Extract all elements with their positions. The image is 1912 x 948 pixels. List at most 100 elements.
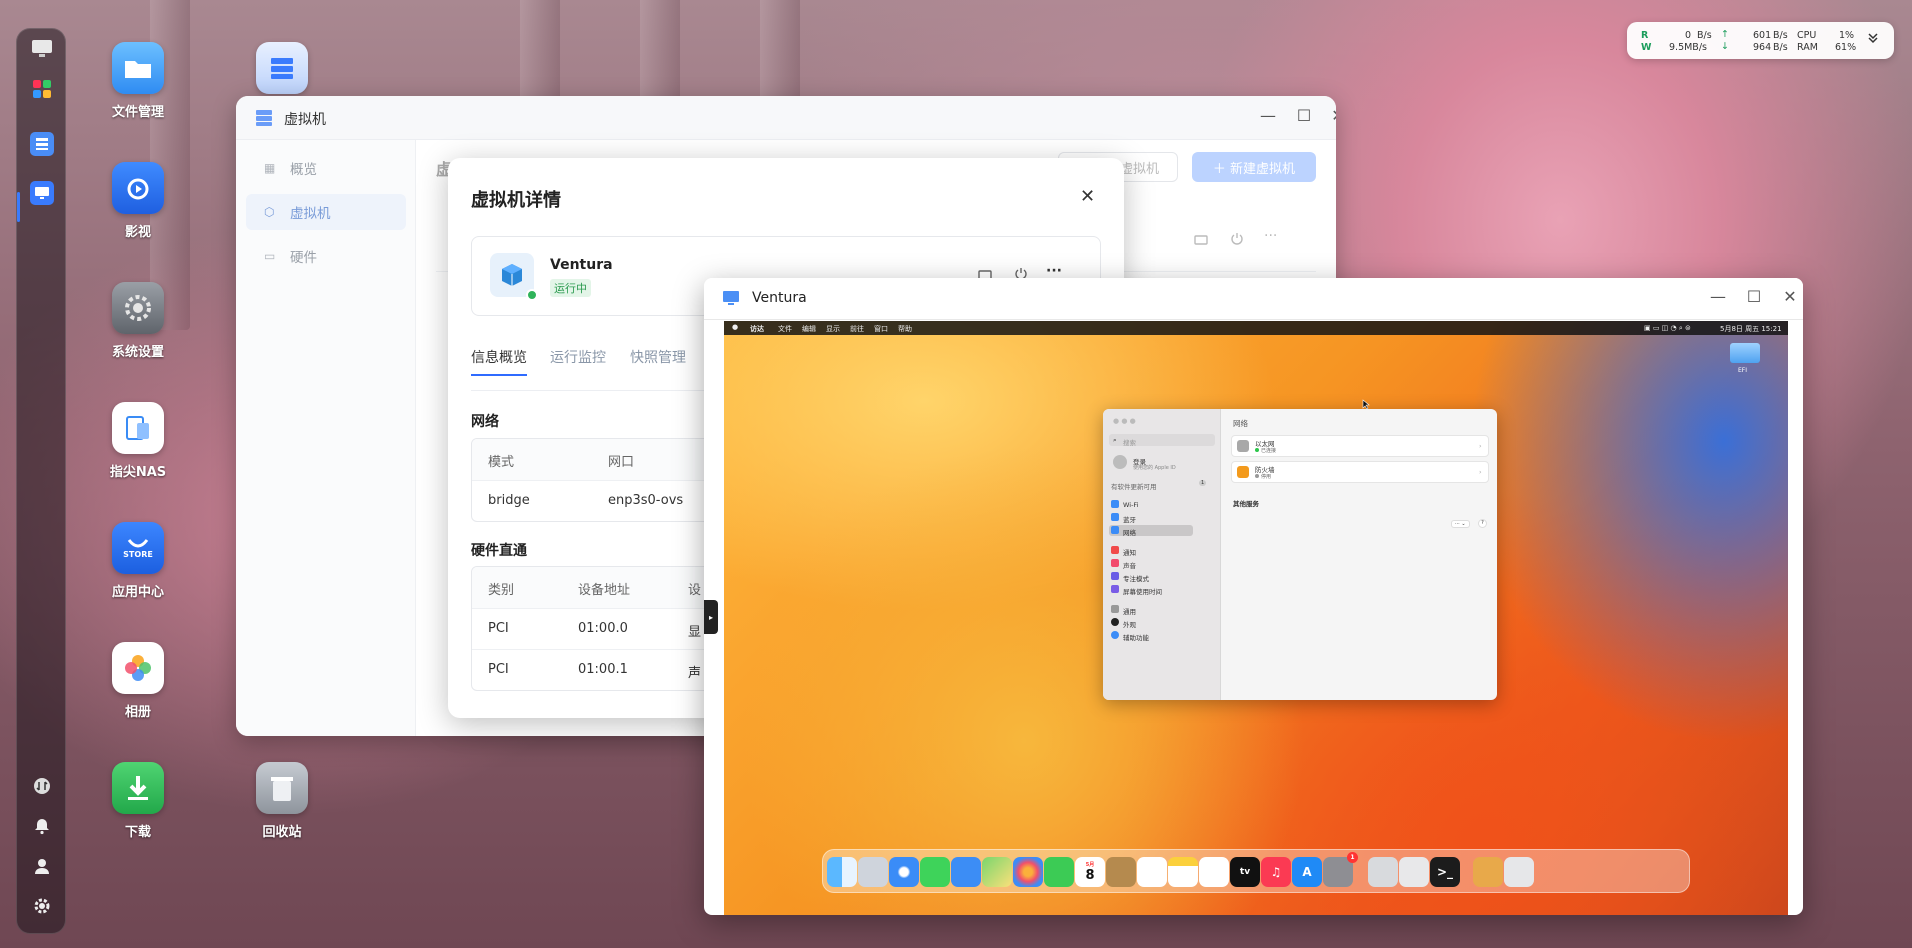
desktop-app-photos[interactable]: 相册 xyxy=(90,642,186,720)
vm-display[interactable]: ● 访达 文件 编辑 显示 前往 窗口 帮助 ▣ ▭ ◫ ◔ ⌕ ⊜ 5月8日 … xyxy=(724,321,1788,915)
more-icon[interactable]: ··· xyxy=(1264,228,1277,244)
update-label[interactable]: 有软件更新可用 xyxy=(1111,481,1157,491)
gear-icon[interactable] xyxy=(30,894,54,918)
maps-icon[interactable] xyxy=(982,857,1012,887)
account-avatar[interactable] xyxy=(1113,455,1127,469)
facetime-icon[interactable] xyxy=(1044,857,1074,887)
desktop-app-store[interactable]: STORE 应用中心 xyxy=(90,522,186,600)
store-icon: STORE xyxy=(112,522,164,574)
table-cell: PCI xyxy=(488,662,509,677)
menu-item[interactable]: 文件 xyxy=(778,324,792,334)
settings-item-accessibility[interactable]: 辅助功能 xyxy=(1123,632,1149,642)
vm-window-titlebar[interactable]: 虚拟机 — ☐ ✕ xyxy=(236,96,1336,140)
desktop-app-settings[interactable]: 系统设置 xyxy=(90,282,186,360)
menu-item[interactable]: 访达 xyxy=(750,324,764,334)
finder-icon[interactable] xyxy=(827,857,857,887)
archive-icon[interactable] xyxy=(1473,857,1503,887)
preview-icon[interactable] xyxy=(1399,857,1429,887)
menu-item[interactable]: 前往 xyxy=(850,324,864,334)
monitor-icon[interactable] xyxy=(1194,232,1208,251)
bell-icon[interactable] xyxy=(30,814,54,838)
menubar-status-icons[interactable]: ▣ ▭ ◫ ◔ ⌕ ⊜ xyxy=(1644,324,1691,333)
settings-item-wifi[interactable]: Wi-Fi xyxy=(1123,501,1139,509)
tab-snapshot[interactable]: 快照管理 xyxy=(630,347,686,367)
user-icon[interactable] xyxy=(30,854,54,878)
settings-item-screentime[interactable]: 屏幕使用时间 xyxy=(1123,586,1162,596)
calendar-icon[interactable]: 5月 8 xyxy=(1075,857,1105,887)
appletv-icon[interactable]: tv xyxy=(1230,857,1260,887)
minimize-button[interactable]: — xyxy=(1706,287,1730,306)
more-icon[interactable]: ··· xyxy=(1046,263,1062,279)
settings-item-sound[interactable]: 声音 xyxy=(1123,560,1136,570)
menu-item[interactable]: 窗口 xyxy=(874,324,888,334)
minimize-button[interactable]: — xyxy=(1256,106,1280,125)
system-settings-window[interactable]: ● ● ● ⌕ 搜索 登录 使用您的 Apple ID 有软件更新可用 1 Wi… xyxy=(1103,409,1497,700)
table-cell: enp3s0-ovs xyxy=(608,493,684,508)
vm-window-icon xyxy=(254,108,274,132)
help-button[interactable]: ? xyxy=(1478,519,1487,528)
mail-icon[interactable] xyxy=(951,857,981,887)
sidebar-item-overview[interactable]: ▦ 概览 xyxy=(246,150,406,186)
system-settings-icon[interactable]: 1 xyxy=(1323,852,1358,887)
reminders-icon[interactable] xyxy=(1137,857,1167,887)
account-subtitle: 使用您的 Apple ID xyxy=(1133,465,1176,471)
maximize-button[interactable]: ☐ xyxy=(1742,287,1766,306)
desktop-icon[interactable] xyxy=(30,37,54,61)
power-icon[interactable] xyxy=(1230,231,1244,250)
sidebar-item-vm[interactable]: ⬡ 虚拟机 xyxy=(246,194,406,230)
desktop-app-vm-shortcut[interactable] xyxy=(234,42,330,94)
sidebar-item-hardware[interactable]: ▭ 硬件 xyxy=(246,238,406,274)
desktop-app-video[interactable]: 影视 xyxy=(90,162,186,240)
freeform-icon[interactable] xyxy=(1199,857,1229,887)
disk-utility-icon[interactable] xyxy=(1368,857,1398,887)
notes-icon[interactable] xyxy=(1168,857,1198,887)
menu-item[interactable]: 显示 xyxy=(826,324,840,334)
chevron-double-down-icon[interactable] xyxy=(1867,32,1879,47)
passthrough-section-title: 硬件直通 xyxy=(471,543,527,559)
vm-manager-icon[interactable] xyxy=(30,132,54,156)
terminal-icon[interactable]: >_ xyxy=(1430,857,1460,887)
menubar-clock[interactable]: 5月8日 周五 15:21 xyxy=(1720,324,1782,334)
traffic-lights[interactable]: ● ● ● xyxy=(1113,417,1136,425)
launchpad-icon[interactable] xyxy=(30,77,54,101)
transfer-icon[interactable] xyxy=(30,774,54,798)
more-actions-button[interactable]: ··· ⌄ xyxy=(1451,520,1470,528)
settings-item-bluetooth[interactable]: 蓝牙 xyxy=(1123,514,1136,524)
efi-disk-icon[interactable] xyxy=(1730,343,1760,363)
tab-overview[interactable]: 信息概览 xyxy=(471,347,527,376)
desktop-app-trash[interactable]: 回收站 xyxy=(234,762,330,840)
appstore-icon[interactable]: A xyxy=(1292,857,1322,887)
music-icon[interactable]: ♫ xyxy=(1261,857,1291,887)
ventura-titlebar[interactable]: Ventura — ☐ ✕ xyxy=(704,278,1803,320)
tab-monitor[interactable]: 运行监控 xyxy=(550,347,606,367)
settings-item-network[interactable]: 网络 xyxy=(1123,527,1136,537)
settings-item-notifications[interactable]: 通知 xyxy=(1123,547,1136,557)
maximize-button[interactable]: ☐ xyxy=(1292,106,1316,125)
settings-item-general[interactable]: 通用 xyxy=(1123,606,1136,616)
sidebar-item-label: 虚拟机 xyxy=(290,206,331,222)
close-button[interactable]: ✕ xyxy=(1778,287,1802,306)
side-drawer-toggle[interactable]: ▸ xyxy=(704,600,718,634)
contacts-icon[interactable] xyxy=(1106,857,1136,887)
menu-item[interactable]: 编辑 xyxy=(802,324,816,334)
new-vm-button[interactable]: ＋ 新建虚拟机 xyxy=(1192,152,1316,182)
trash-icon[interactable] xyxy=(1504,857,1534,887)
apple-icon[interactable]: ● xyxy=(732,323,738,331)
photos-icon[interactable] xyxy=(1013,857,1043,887)
menu-item[interactable]: 帮助 xyxy=(898,324,912,334)
nas-icon xyxy=(112,402,164,454)
ventura-window-icon[interactable] xyxy=(30,181,54,205)
desktop-app-files[interactable]: 文件管理 xyxy=(90,42,186,120)
messages-icon[interactable] xyxy=(920,857,950,887)
desktop-app-nas[interactable]: 指尖NAS xyxy=(90,402,186,480)
safari-icon[interactable] xyxy=(889,857,919,887)
settings-item-appearance[interactable]: 外观 xyxy=(1123,619,1136,629)
system-monitor-widget[interactable]: R W 0 B/s 9.5MB/s ↑ ↓ 601 B/s 964 B/s CP… xyxy=(1627,22,1894,59)
close-button[interactable]: ✕ xyxy=(1326,106,1336,125)
desktop-app-download[interactable]: 下载 xyxy=(90,762,186,840)
network-section-title: 网络 xyxy=(471,414,499,430)
launchpad-icon[interactable] xyxy=(858,857,888,887)
settings-item-focus[interactable]: 专注模式 xyxy=(1123,573,1149,583)
settings-item-network-selected[interactable] xyxy=(1109,525,1193,536)
dialog-close-icon[interactable]: ✕ xyxy=(1080,186,1095,207)
